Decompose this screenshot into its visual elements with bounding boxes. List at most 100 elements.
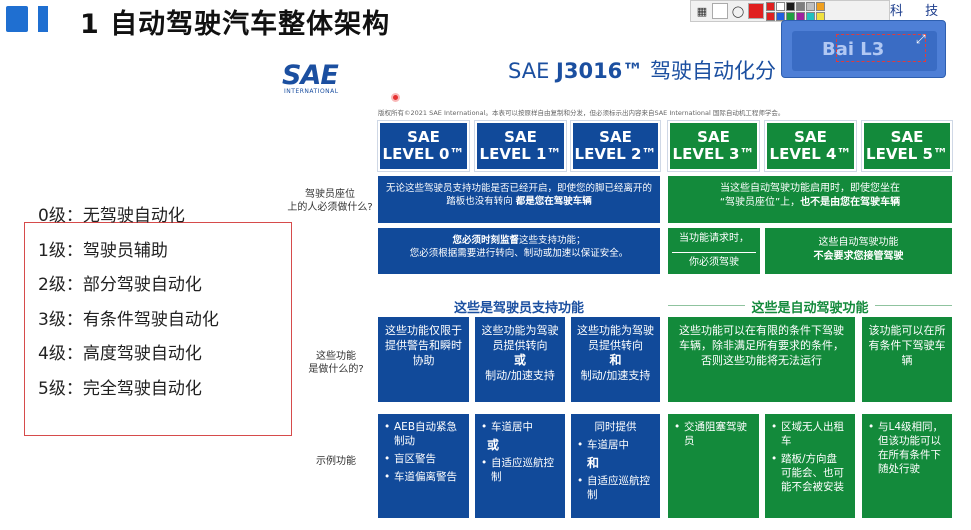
- row-label-driver: 驾驶员座位 上的人必须做什么?: [287, 189, 373, 213]
- level-tile-sae-1: SAE: [504, 128, 537, 146]
- rectangle-tool-button[interactable]: [712, 3, 728, 19]
- color-swatch-2[interactable]: [786, 1, 795, 11]
- copyright-note: 版权所有©2021 SAE International。本表可以按原样自由复制和…: [378, 109, 785, 117]
- color-palette: [766, 1, 825, 21]
- example-list-level2b: 自适应巡航控制: [577, 474, 654, 502]
- driver-cell-level45: 这些自动驾驶功能 不会要求您接管驾驶: [765, 228, 952, 274]
- example-cell-level5: 与L4级相同，但该功能可以在所有条件下随处行驶: [862, 414, 952, 518]
- feature-level1-b: 或: [513, 353, 526, 367]
- example-list-level5: 与L4级相同，但该功能可以在所有条件下随处行驶: [868, 420, 946, 476]
- level-tile-0: SAE LEVEL 0™: [377, 120, 470, 172]
- grid-icon[interactable]: ▦: [694, 3, 710, 19]
- level-list-item-1: 1级：驾驶员辅助: [38, 240, 168, 261]
- driver-cell-support-a: 无论这些驾驶员支持功能是否已经开启，即使您的脚已经离开的踏板也没有转向 都是您在…: [378, 176, 660, 223]
- level-tile-label-4: LEVEL 4™: [769, 145, 852, 163]
- example-level1-b: 或: [487, 438, 500, 452]
- accent-square: [6, 6, 28, 32]
- support-section-text: 这些是驾驶员支持功能: [447, 301, 590, 316]
- level-tile-label-0: LEVEL 0™: [382, 145, 465, 163]
- laser-pointer-dot: [391, 93, 400, 102]
- sae-title-standard: J3016™: [556, 59, 644, 83]
- copyright-watermark: Copyright © 2021 SAE International.: [508, 278, 747, 293]
- level-list-item-2: 2级：部分驾驶自动化: [38, 275, 202, 295]
- accent-bar: [38, 6, 48, 32]
- level-tile-sae-5: SAE: [890, 128, 924, 146]
- level-list-item-5: 5级：完全驾驶自动化: [38, 378, 202, 399]
- color-swatch-1[interactable]: [776, 1, 785, 11]
- driver-cell-automated-a: 当这些自动驾驶功能启用时，即使您坐在 “驾驶员座位”上，也不是由您在驾驶车辆: [668, 176, 952, 223]
- sae-logo-text: SAE: [282, 60, 339, 91]
- tech-label: 科 技: [890, 4, 948, 19]
- sae-j3016-title: SAE J3016™ 驾驶自动化分: [508, 55, 776, 85]
- level-list-item-4: 4级：高度驾驶自动化: [38, 344, 202, 364]
- expand-icon[interactable]: ⤢: [916, 32, 926, 47]
- example-cell-level1: 车道居中 或 自适应巡航控制: [475, 414, 565, 518]
- example-cell-level3: 交通阻塞驾驶员: [668, 414, 759, 518]
- ellipse-icon[interactable]: ◯: [730, 3, 746, 19]
- example-level0-item-2: 车道偏离警告: [384, 470, 463, 484]
- example-list-level0: AEB自动紧急制动盲区警告车道偏离警告: [384, 420, 463, 484]
- feature-level1-c: 制动/加速支持: [485, 369, 555, 382]
- driver-level45-line1: 这些自动驾驶功能: [818, 237, 899, 248]
- level-tile-4: SAE LEVEL 4™: [764, 120, 857, 172]
- level-tile-label-1: LEVEL 1™: [479, 145, 562, 163]
- level-list-item-0: 0级：无驾驶自动化: [38, 206, 185, 226]
- color-current-swatch[interactable]: [748, 3, 764, 19]
- example-cell-level4: 区域无人出租车踏板/方向盘 可能会、也可能不会被安装: [765, 414, 855, 518]
- example-list-level1: 车道居中: [481, 420, 559, 434]
- example-cell-level0: AEB自动紧急制动盲区警告车道偏离警告: [378, 414, 469, 518]
- color-swatch-3[interactable]: [796, 1, 805, 11]
- row-label-examples: 示例功能: [316, 456, 356, 467]
- driver-support-b-bold: 您必须时刻监督: [452, 235, 519, 246]
- level-tile-sae-2: SAE: [599, 128, 632, 146]
- example-level0-item-0: AEB自动紧急制动: [384, 420, 463, 448]
- example-level4-item-0: 区域无人出租车: [771, 420, 849, 448]
- driver-automated-a-bold: 也不是由您在驾驶车辆: [800, 197, 901, 208]
- selection-rectangle: [836, 34, 926, 62]
- level-list-item-3: 3级：有条件驾驶自动化: [38, 309, 219, 330]
- feature-level2-a: 这些功能为驾驶员提供转向: [577, 324, 654, 352]
- feature-cell-level0: 这些功能仅限于提供警告和瞬时协助: [378, 317, 469, 402]
- level-tile-sae-0: SAE: [407, 128, 440, 146]
- annotation-toolbar: ▦ ◯: [690, 0, 890, 22]
- color-swatch-5[interactable]: [816, 1, 825, 11]
- sae-logo-subtext: INTERNATIONAL: [284, 88, 339, 95]
- feature-level2-c: 制动/加速支持: [580, 369, 651, 382]
- color-swatch-0[interactable]: [766, 1, 775, 11]
- level-tile-label-2: LEVEL 2™: [574, 145, 657, 163]
- feature-level1-a: 这些功能为驾驶员提供转向: [481, 324, 559, 352]
- example-level1-c: 自适应巡航控制: [481, 456, 559, 484]
- level-tile-label-5: LEVEL 5™: [866, 145, 948, 163]
- example-level2-a: 车道居中: [577, 438, 654, 452]
- example-list-level1b: 自适应巡航控制: [481, 456, 559, 484]
- example-level5-item-0: 与L4级相同，但该功能可以在所有条件下随处行驶: [868, 420, 946, 476]
- example-level4-item-1: 踏板/方向盘 可能会、也可能不会被安装: [771, 452, 849, 494]
- level-tile-2: SAE LEVEL 2™: [570, 120, 661, 172]
- row-label-features: 这些功能 是做什么的?: [308, 351, 364, 375]
- level-tile-3: SAE LEVEL 3™: [667, 120, 760, 172]
- example-level0-item-1: 盲区警告: [384, 452, 463, 466]
- driver-cell-support-b: 您必须时刻监督这些支持功能； 您必须根据需要进行转向、制动或加速以保证安全。: [378, 228, 660, 274]
- driver-cell-level3: 当功能请求时， 你必须驾驶: [668, 228, 760, 274]
- automated-section-text: 这些是自动驾驶功能: [745, 301, 875, 316]
- automated-section-heading: 这些是自动驾驶功能: [668, 297, 952, 316]
- driver-level3-line1: 当功能请求时，: [679, 233, 749, 244]
- level-tile-sae-4: SAE: [794, 128, 827, 146]
- feature-cell-level34: 这些功能可以在有限的条件下驾驶车辆，除非满足所有要求的条件，否则这些功能将无法运…: [668, 317, 855, 402]
- level-tile-sae-3: SAE: [697, 128, 730, 146]
- example-level2-b: 和: [587, 456, 600, 470]
- feature-cell-level1: 这些功能为驾驶员提供转向 或 制动/加速支持: [475, 317, 565, 402]
- example-cell-level2: 同时提供 车道居中 和 自适应巡航控制: [571, 414, 660, 518]
- example-level1-a: 车道居中: [481, 420, 559, 434]
- feature-cell-level2: 这些功能为驾驶员提供转向 和 制动/加速支持: [571, 317, 660, 402]
- sae-title-prefix: SAE: [508, 59, 557, 83]
- driver-level3-line2: 你必须驾驶: [672, 252, 756, 270]
- level-tile-1: SAE LEVEL 1™: [474, 120, 567, 172]
- page-title: 1 自动驾驶汽车整体架构: [80, 9, 391, 40]
- example-list-level3: 交通阻塞驾驶员: [674, 420, 753, 448]
- driver-support-a-bold: 都是您在驾驶车辆: [515, 196, 592, 207]
- driver-support-b-text: 这些支持功能； 您必须根据需要进行转向、制动或加速以保证安全。: [409, 235, 629, 259]
- color-swatch-4[interactable]: [806, 1, 815, 11]
- color-swatch-6[interactable]: [766, 11, 775, 21]
- feature-level2-b: 和: [609, 353, 622, 367]
